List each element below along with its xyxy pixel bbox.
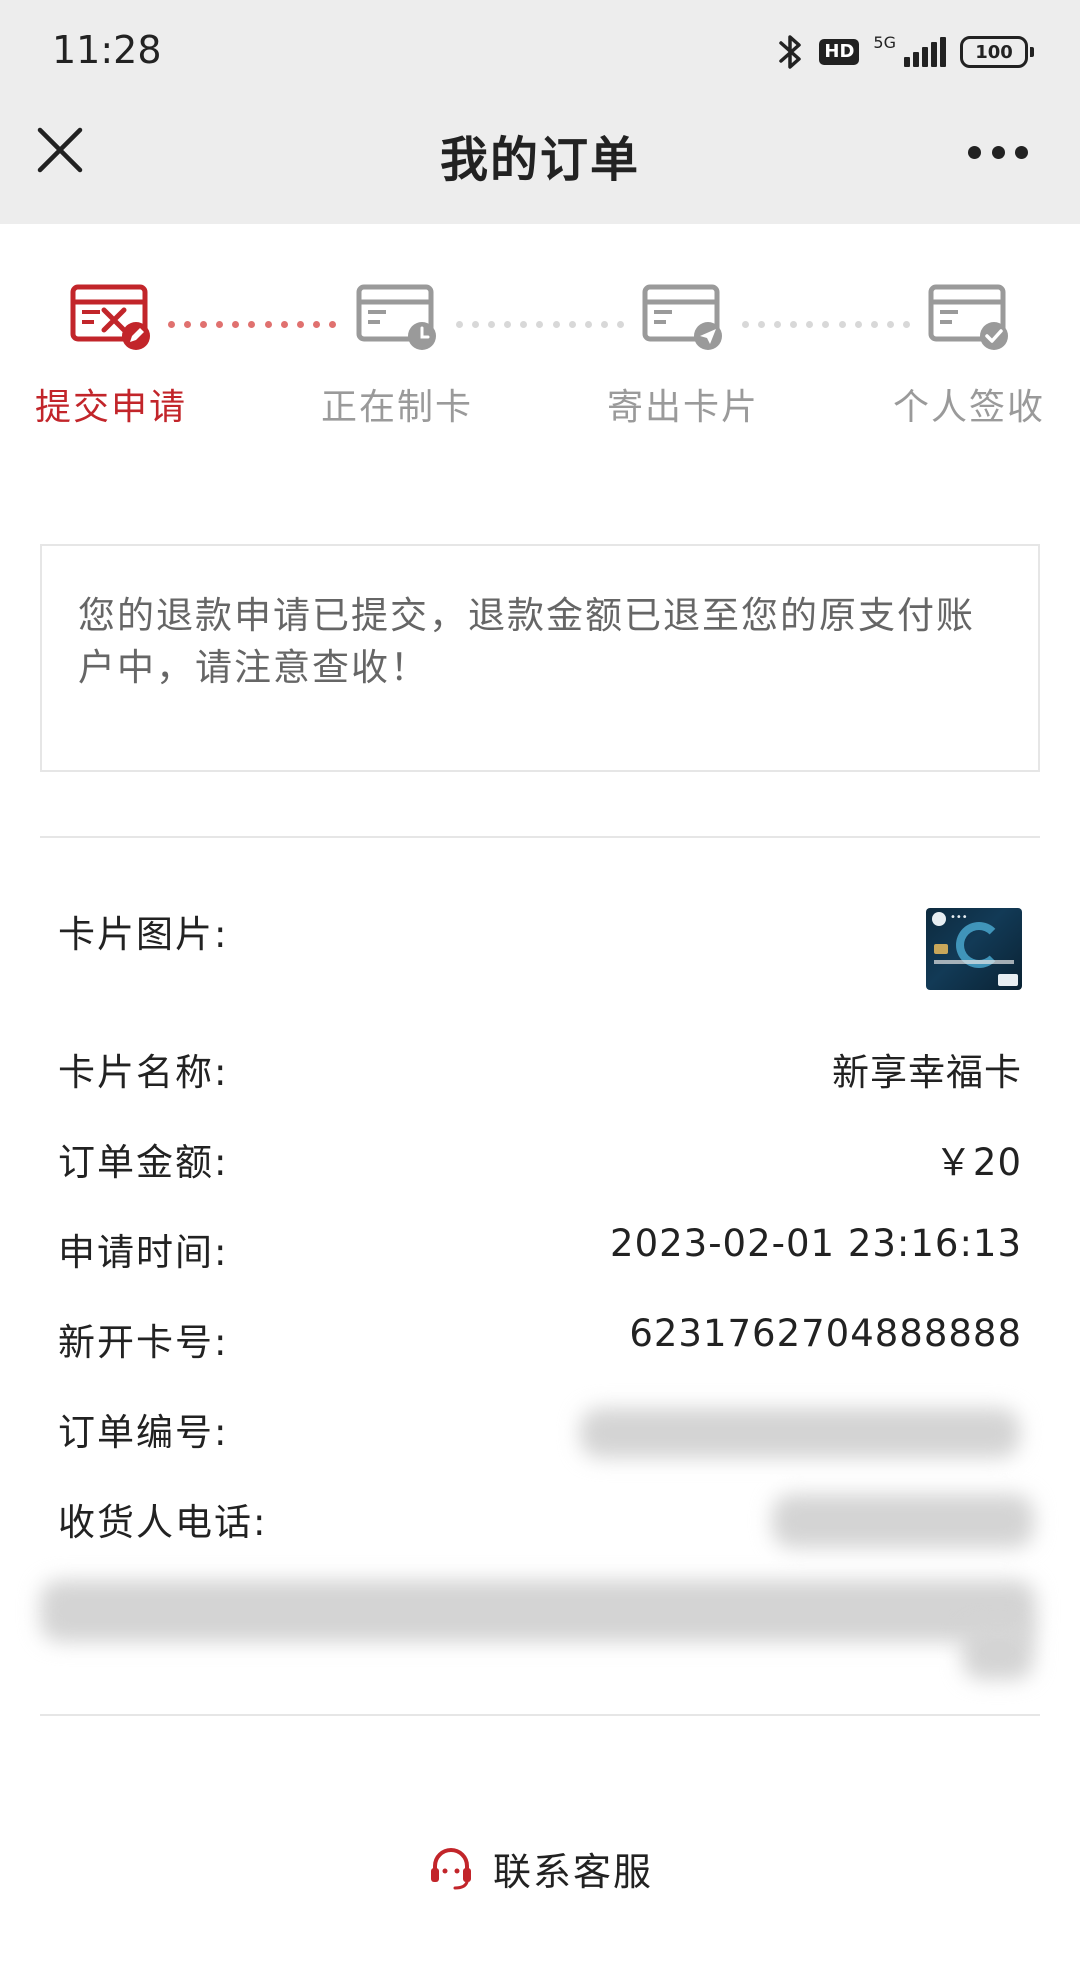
apply-time-value: 2023-02-01 23:16:13 bbox=[610, 1222, 1022, 1265]
amount-label: 订单金额: bbox=[58, 1141, 229, 1184]
order-number-label: 订单编号: bbox=[58, 1411, 229, 1454]
amount-row: 订单金额: ￥20 bbox=[58, 1132, 1022, 1188]
card-number-row: 新开卡号: 6231762704888888 bbox=[58, 1312, 1022, 1368]
step-submit: 提交申请 bbox=[11, 284, 211, 430]
headset-icon bbox=[430, 1848, 471, 1890]
card-image[interactable]: ••• bbox=[926, 908, 1022, 990]
card-cancel-icon bbox=[70, 284, 150, 350]
card-image-label: 卡片图片: bbox=[58, 913, 229, 956]
order-progress: 提交申请 正在制卡 寄出卡片 个人签收 bbox=[0, 224, 1080, 454]
card-name-row: 卡片名称: 新享幸福卡 bbox=[58, 1042, 1022, 1098]
divider bbox=[40, 836, 1040, 838]
card-name-value: 新享幸福卡 bbox=[832, 1051, 1022, 1094]
address-redacted bbox=[40, 1580, 1036, 1642]
contact-support-button[interactable]: 联系客服 bbox=[0, 1838, 1080, 1898]
status-time: 11:28 bbox=[52, 28, 162, 72]
hd-icon: HD bbox=[819, 39, 860, 65]
step-label: 提交申请 bbox=[34, 387, 187, 428]
card-number-label: 新开卡号: bbox=[58, 1321, 229, 1364]
step-label: 个人签收 bbox=[892, 387, 1045, 428]
card-number-value: 6231762704888888 bbox=[629, 1312, 1022, 1355]
phone-redacted bbox=[772, 1494, 1034, 1548]
order-number-redacted bbox=[580, 1408, 1020, 1458]
status-bar: 11:28 HD 5G 100 bbox=[0, 0, 1080, 100]
battery-level: 100 bbox=[975, 41, 1013, 63]
apply-time-row: 申请时间: 2023-02-01 23:16:13 bbox=[58, 1222, 1022, 1278]
bluetooth-icon bbox=[779, 35, 802, 69]
more-icon[interactable] bbox=[968, 144, 1028, 160]
step-making: 正在制卡 bbox=[297, 284, 497, 430]
battery-icon: 100 bbox=[960, 36, 1034, 68]
card-name-label: 卡片名称: bbox=[58, 1051, 229, 1094]
signal-icon bbox=[904, 37, 946, 67]
step-label: 正在制卡 bbox=[320, 387, 473, 428]
divider bbox=[40, 1714, 1040, 1716]
step-shipped: 寄出卡片 bbox=[583, 284, 783, 430]
card-check-icon bbox=[928, 284, 1008, 350]
amount-value: ￥20 bbox=[934, 1141, 1022, 1184]
apply-time-label: 申请时间: bbox=[58, 1231, 229, 1274]
nav-bar: 我的订单 bbox=[0, 100, 1080, 224]
network-type: 5G bbox=[873, 32, 896, 52]
card-send-icon bbox=[642, 284, 722, 350]
refund-notice: 您的退款申请已提交，退款金额已退至您的原支付账户中，请注意查收！ bbox=[40, 544, 1040, 772]
step-label: 寄出卡片 bbox=[606, 387, 759, 428]
address-redacted-tail bbox=[962, 1622, 1034, 1680]
phone-label: 收货人电话: bbox=[58, 1501, 268, 1544]
step-received: 个人签收 bbox=[869, 284, 1069, 430]
status-icons: HD 5G 100 bbox=[775, 30, 1034, 74]
card-clock-icon bbox=[356, 284, 436, 350]
contact-support-label: 联系客服 bbox=[492, 1849, 653, 1894]
card-image-row: 卡片图片: bbox=[58, 904, 1022, 960]
page-title: 我的订单 bbox=[439, 132, 640, 188]
